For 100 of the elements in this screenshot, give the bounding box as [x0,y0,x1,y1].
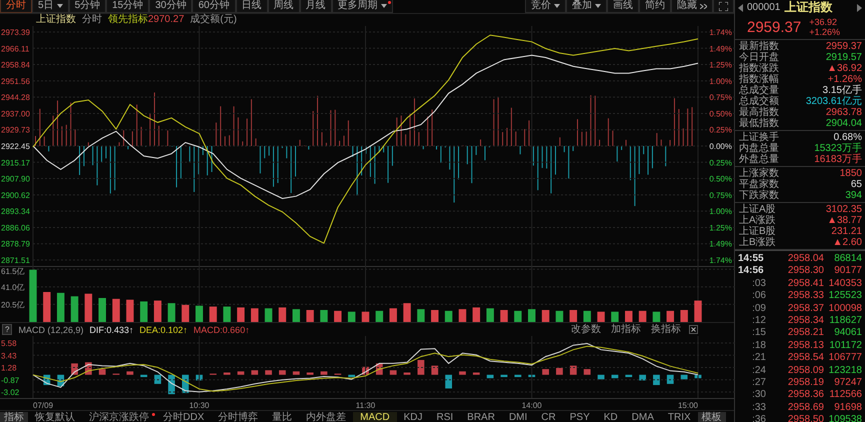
indicator-tab[interactable]: MACD [353,412,397,422]
indicator-tab[interactable]: BRAR [460,412,502,422]
legend-label: 上证指数 [36,14,76,26]
toolbar-button[interactable]: 画线 [607,0,639,13]
indicator-panel-button[interactable]: 指标 [0,412,28,422]
indicator-tab[interactable]: PSY [562,412,597,422]
indicator-tab[interactable]: 内外盘差 [299,412,354,422]
axis-label: 0.25% [709,126,732,135]
next-icon[interactable] [857,4,862,12]
stat-label: 最低指数 [739,118,779,129]
axis-label: 2871.51 [1,256,30,265]
indicator-tab[interactable]: KD [596,412,625,422]
axis-label: 0.00% [709,142,732,151]
period-tab[interactable]: 15分钟 [106,0,150,13]
toolbar-button[interactable]: 简约 [639,0,671,13]
period-tab[interactable]: 分时 [0,0,32,13]
stat-label: 指数涨跌 [739,63,779,74]
previous-icon[interactable] [738,4,743,12]
indicator-action[interactable]: 换指标 [649,324,683,335]
close-icon[interactable] [689,325,698,334]
period-tab[interactable]: 日线 [236,0,268,13]
stat-value: 2963.78 [826,107,862,118]
period-tab[interactable]: 5分钟 [68,0,106,13]
axis-label: 41.0亿 [1,282,25,292]
period-tab[interactable]: 5日 [32,0,69,13]
stat-value: 16183万手 [814,154,862,165]
tick-volume: 91698 [833,402,862,414]
tick-price: 2958.13 [786,340,824,352]
axis-label: 2893.34 [1,207,30,216]
tick-time: :33 [751,402,767,414]
stat-label: 上A涨跌 [739,215,776,226]
tick-time: :27 [751,377,767,390]
tick-time: :30 [751,389,767,402]
stat-label: 上B涨跌 [739,237,776,248]
stat-value: +1.26% [828,74,862,85]
tick-time: :21 [751,352,767,365]
stat-value: 1850 [840,168,862,179]
axis-label: 2878.79 [1,240,30,249]
fullscreen-button[interactable] [713,0,734,13]
indicator-tab[interactable]: TRIX [660,412,698,422]
axis-label: 1.28 [1,364,17,372]
stat-value: 3203.61亿元 [806,96,862,107]
time-label: 14:00 [522,401,542,410]
stat-value: 3102.35 [826,204,862,215]
indicator-panel-button[interactable]: 模板 [698,412,726,422]
indicator-tab[interactable]: 恢复默认 [28,412,82,422]
double-chevron-icon [700,4,707,8]
period-tab[interactable]: 周线 [268,0,300,13]
tick-price: 2958.19 [786,377,824,390]
stat-value: 394 [845,190,862,201]
period-tab[interactable]: 30分钟 [149,0,192,13]
caret-icon [595,4,601,8]
stock-name: 上证指数 [784,0,832,16]
stat-label: 上证A股 [739,204,776,215]
indicator-tab[interactable]: 分时博弈 [211,412,266,422]
stat-value: 2904.04 [826,118,862,129]
tick-volume: 140353 [828,278,862,290]
fullscreen-icon [719,2,728,10]
indicator-tab[interactable]: 分时DDX [156,412,212,422]
axis-label: 1.74% [709,256,732,265]
indicator-title: MACD (12,26,9) [18,324,84,334]
tick-volume: 109538 [828,414,862,422]
stat-label: 上证B股 [739,226,776,237]
last-price: 2959.37 [747,18,802,36]
period-tab[interactable]: 更多周期 [332,0,392,13]
tick-price: 2958.04 [786,253,824,266]
indicator-tab[interactable]: KDJ [396,412,430,422]
axis-label: 2915.17 [1,158,30,168]
stock-code: 000001 [747,2,780,13]
axis-label: 1.49% [709,240,732,249]
help-button[interactable]: ? [2,324,12,335]
tick-time: 14:55 [738,253,765,266]
stat-label: 下跌家数 [739,190,779,201]
tick-volume: 101172 [828,340,862,352]
legend-label: 成交额(元) [190,14,237,26]
indicator-action[interactable]: 加指标 [609,324,643,335]
stat-value: 65 [850,179,862,190]
tick-volume: 106777 [828,352,862,365]
stat-label: 最高指数 [739,107,779,118]
period-tab[interactable]: 月线 [300,0,332,13]
time-label: 15:00 [678,401,698,410]
tick-price: 2958.54 [786,352,824,365]
hide-button[interactable]: 隐藏 [671,0,713,13]
indicator-tab[interactable]: 量比 [265,412,300,422]
indicator-tab[interactable]: CR [534,412,563,422]
tick-volume: 90177 [833,265,862,278]
indicator-tab[interactable]: DMI [502,412,534,422]
stat-value: ▲36.92 [827,63,862,74]
indicator-tab[interactable]: 沪深京涨跌停 [82,412,156,422]
caret-icon [380,4,386,8]
tick-price: 2958.41 [786,278,824,290]
indicator-tab[interactable]: RSI [429,412,460,422]
indicator-action[interactable]: 改参数 [569,324,603,335]
period-tab[interactable]: 60分钟 [192,0,236,13]
tick-volume: 100098 [828,302,862,316]
indicator-tab[interactable]: DMA [624,412,661,422]
caret-icon [56,4,63,8]
stat-value: 0.68% [834,132,862,143]
toolbar-menu[interactable]: 叠加 [566,0,607,13]
axis-label: -0.87 [1,376,20,385]
